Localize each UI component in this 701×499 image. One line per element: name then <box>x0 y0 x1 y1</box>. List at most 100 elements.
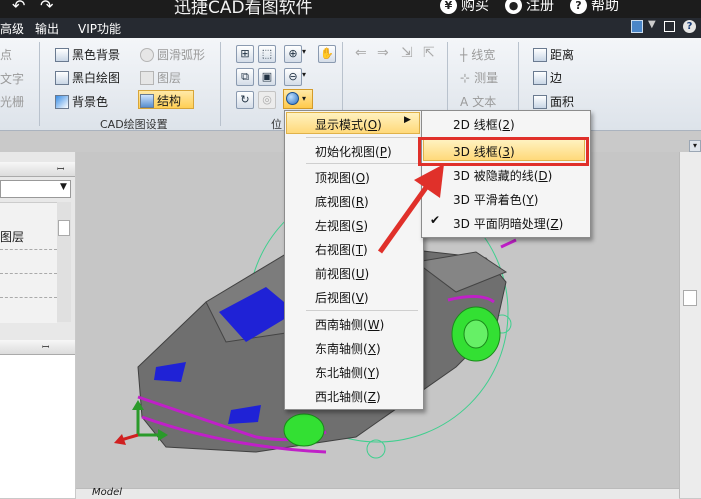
zoom-window-icon[interactable]: ⬚ <box>258 45 276 63</box>
black-bg-label: 黑色背景 <box>72 48 121 62</box>
arrow-right-icon[interactable]: ⇒ <box>377 45 389 61</box>
arrow-left-icon[interactable]: ⇐ <box>355 45 367 61</box>
menu-se-iso[interactable]: 东南轴侧(X) <box>315 340 381 357</box>
zoom-in-icon[interactable]: ⊕ <box>284 45 302 63</box>
smooth-arc-button[interactable]: 圆滑弧形 <box>140 46 205 63</box>
line-width-icon: ┼ <box>460 48 468 62</box>
menu-vip[interactable]: VIP功能 <box>78 20 121 37</box>
area-button[interactable]: 面积 <box>533 93 574 110</box>
import-icon[interactable]: ⇱ <box>423 45 435 61</box>
layers-button[interactable]: 图层 <box>140 69 181 86</box>
title-bar: ↶ ↷ 迅捷CAD看图软件 ¥ 购买 ● 注册 ? 帮助 <box>0 0 701 18</box>
bg-color-label: 背景色 <box>72 95 109 109</box>
menu-output[interactable]: 输出 <box>35 20 59 37</box>
menu-advanced[interactable]: 高级 <box>0 20 24 37</box>
layer-dropdown[interactable]: ▼ <box>0 180 71 198</box>
scroll-thumb[interactable] <box>683 290 697 306</box>
structure-button-content[interactable]: 结构 <box>140 92 181 109</box>
redo-icon[interactable]: ↷ <box>40 0 53 15</box>
text-icon: A <box>460 95 469 109</box>
zoom-out-dropdown-icon[interactable]: ▾ <box>302 70 306 79</box>
export-icon[interactable]: ⇲ <box>401 45 413 61</box>
rotate-3d-icon[interactable]: ↻ <box>236 91 254 109</box>
menu-separator <box>306 137 418 138</box>
pin-icon[interactable]: ꟷ <box>57 162 64 175</box>
menu-bottom-view[interactable]: 底视图(R) <box>315 193 369 210</box>
menu-separator <box>306 310 418 311</box>
pan-icon[interactable]: ⊞ <box>236 45 254 63</box>
menu-ne-iso[interactable]: 东北轴侧(Y) <box>315 364 380 381</box>
help-button[interactable]: ? 帮助 <box>570 0 619 15</box>
hand-icon[interactable]: ✋ <box>318 45 336 63</box>
menu-right-view[interactable]: 右视图(T) <box>315 241 368 258</box>
buy-button[interactable]: ¥ 购买 <box>440 0 489 15</box>
bw-label: 黑白绘图 <box>72 71 121 85</box>
black-background-button[interactable]: 黑色背景 <box>55 46 120 63</box>
ne-iso-key: Y <box>367 366 376 380</box>
area-icon <box>533 95 547 109</box>
3d-smooth-shading-key: Y <box>526 193 534 207</box>
zoom-in-dropdown-icon[interactable]: ▾ <box>302 47 306 56</box>
right-view-key: T <box>355 243 364 257</box>
text-button[interactable]: A 文本 <box>460 93 496 110</box>
ribbon-text[interactable]: 文字 <box>0 70 24 87</box>
dropdown-arrow-icon[interactable]: ▼ <box>648 19 656 30</box>
line-width-button[interactable]: ┼ 线宽 <box>460 46 495 63</box>
front-view-label: 前视图 <box>315 267 352 281</box>
window-icon[interactable] <box>631 20 643 33</box>
distance-button[interactable]: 距离 <box>533 46 574 63</box>
3d-hidden-lines-label: 3D 被隐藏的线 <box>453 169 534 183</box>
3d-flat-shading-label: 3D 平面阴暗处理 <box>453 217 546 231</box>
ribbon-raster[interactable]: 光栅 <box>0 93 24 110</box>
row-divider <box>0 273 57 274</box>
pin-icon[interactable]: ꟷ <box>42 340 49 353</box>
info-icon[interactable]: ? <box>683 20 696 33</box>
left-view-label: 左视图 <box>315 219 352 233</box>
move-icon[interactable]: ⧉ <box>236 68 254 86</box>
model-tab[interactable]: Model <box>92 487 122 498</box>
render-dropdown-icon: ▾ <box>302 94 307 103</box>
se-iso-label: 东南轴侧 <box>315 342 364 356</box>
edge-button[interactable]: 边 <box>533 69 562 86</box>
bw-drawing-button[interactable]: 黑白绘图 <box>55 69 120 86</box>
register-button[interactable]: ● 注册 <box>505 0 554 15</box>
submenu-3d-hidden-lines[interactable]: 3D 被隐藏的线(D) <box>453 167 552 184</box>
submenu-3d-smooth-shading[interactable]: 3D 平滑着色(Y) <box>453 191 538 208</box>
submenu-3d-flat-shading[interactable]: 3D 平面阴暗处理(Z) <box>453 215 563 232</box>
layer-item[interactable]: 图层 <box>0 228 24 245</box>
2d-wireframe-label: 2D 线框 <box>453 118 498 132</box>
zoom-extents-icon[interactable]: ▣ <box>258 68 276 86</box>
menu-sw-iso[interactable]: 西南轴侧(W) <box>315 316 384 333</box>
display-mode-key: O <box>367 118 378 132</box>
layer-scrollbar[interactable] <box>57 202 71 322</box>
app-title: 迅捷CAD看图软件 <box>174 0 313 18</box>
menu-display-mode[interactable]: 显示模式(O) <box>315 116 382 133</box>
ribbon-point[interactable]: 点 <box>0 46 12 63</box>
menu-back-view[interactable]: 后视图(V) <box>315 289 369 306</box>
menu-front-view[interactable]: 前视图(U) <box>315 265 369 282</box>
horizontal-scrollbar[interactable]: Model <box>76 487 679 499</box>
menu-left-view[interactable]: 左视图(S) <box>315 217 368 234</box>
menu-nw-iso[interactable]: 西北轴侧(Z) <box>315 388 381 405</box>
layers-icon <box>140 71 154 85</box>
restore-icon[interactable] <box>664 21 675 32</box>
vertical-scrollbar[interactable] <box>679 152 701 498</box>
render-sphere-icon <box>286 92 299 105</box>
back-view-key: V <box>355 291 364 305</box>
scroll-thumb[interactable] <box>58 220 70 236</box>
ribbon-collapse-icon[interactable]: ▾ <box>689 140 701 152</box>
menu-init-view[interactable]: 初始化视图(P) <box>315 143 392 160</box>
background-color-button[interactable]: 背景色 <box>55 93 108 110</box>
dropdown-arrow-icon: ▼ <box>60 182 67 192</box>
zoom-out-icon[interactable]: ⊖ <box>284 68 302 86</box>
undo-icon[interactable]: ↶ <box>12 0 25 15</box>
layer-list[interactable]: 图层 <box>0 202 57 323</box>
nw-iso-label: 西北轴侧 <box>315 390 364 404</box>
menu-top-view[interactable]: 顶视图(O) <box>315 169 370 186</box>
ribbon-separator <box>39 42 40 126</box>
orbit-icon[interactable]: ◎ <box>258 91 276 109</box>
submenu-2d-wireframe[interactable]: 2D 线框(2) <box>453 116 515 133</box>
measure-button[interactable]: ⊹ 测量 <box>460 69 498 86</box>
properties-panel <box>0 355 75 498</box>
rear-hub <box>463 319 489 349</box>
